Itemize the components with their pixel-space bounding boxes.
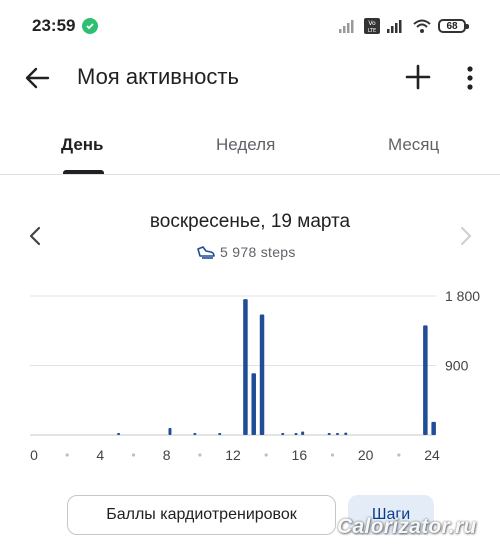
signal-icon [339, 20, 354, 33]
y-tick-label: 1 800 [445, 288, 480, 304]
chart-bar [301, 431, 305, 435]
tab-day[interactable]: День [61, 135, 104, 155]
chart-bar [281, 433, 285, 435]
steps-count: 5 978 steps [220, 244, 296, 260]
x-tick-label: 12 [225, 447, 241, 463]
tab-week[interactable]: Неделя [216, 135, 275, 155]
status-time: 23:59 [32, 16, 76, 35]
status-icons: Vo LTE 68 [338, 17, 469, 35]
page-title: Моя активность [77, 64, 239, 89]
chevron-right-icon [460, 226, 472, 246]
chart-bar [259, 314, 265, 435]
x-minor-dot [65, 453, 69, 457]
chart-bar [243, 299, 248, 435]
chart-bar [335, 433, 339, 435]
chart-bar [251, 373, 256, 435]
chart-bar [431, 421, 436, 435]
x-tick-label: 8 [163, 447, 171, 463]
x-minor-dot [330, 453, 335, 457]
more-vert-icon[interactable] [460, 64, 480, 92]
cardio-points-chip[interactable]: Баллы кардиотренировок [67, 495, 336, 535]
svg-text:LTE: LTE [368, 28, 376, 34]
x-tick-label: 24 [424, 447, 440, 463]
chart-bar [294, 433, 298, 435]
x-tick-label: 20 [358, 447, 374, 463]
x-minor-dot [264, 453, 268, 457]
tabs-divider [0, 174, 500, 175]
x-tick-label: 4 [96, 447, 104, 463]
chart-bar [168, 428, 172, 435]
y-tick-label: 900 [445, 358, 469, 374]
tab-month[interactable]: Месяц [388, 135, 439, 155]
steps-summary: 5 978 steps [196, 242, 296, 262]
volte-icon: Vo LTE [364, 18, 380, 34]
chart-bar [117, 433, 121, 435]
chart-bar [193, 433, 197, 435]
chart-bar [327, 433, 331, 435]
date-title: воскресенье, 19 марта [149, 211, 351, 232]
battery-indicator: 68 [438, 19, 469, 33]
x-tick-label: 0 [30, 447, 38, 463]
battery-level: 68 [446, 20, 458, 32]
chart-bar [344, 432, 348, 435]
x-minor-dot [397, 453, 401, 457]
x-minor-dot [198, 453, 202, 457]
back-arrow-icon[interactable] [22, 63, 52, 93]
add-icon[interactable] [404, 63, 432, 91]
shoe-icon [197, 246, 215, 259]
x-minor-dot [131, 453, 136, 457]
chart-bar [218, 433, 222, 435]
wifi-icon [413, 19, 431, 33]
signal-icon [387, 20, 402, 33]
app-notification-icon [82, 18, 98, 34]
chart-bar [423, 325, 428, 435]
x-tick-label: 16 [292, 447, 308, 463]
svg-text:Vo: Vo [368, 20, 376, 27]
watermark: Calorizator.ru [337, 515, 477, 538]
steps-bar-chart: 900 1 800 0 4 8 12 16 20 24 [30, 288, 480, 463]
